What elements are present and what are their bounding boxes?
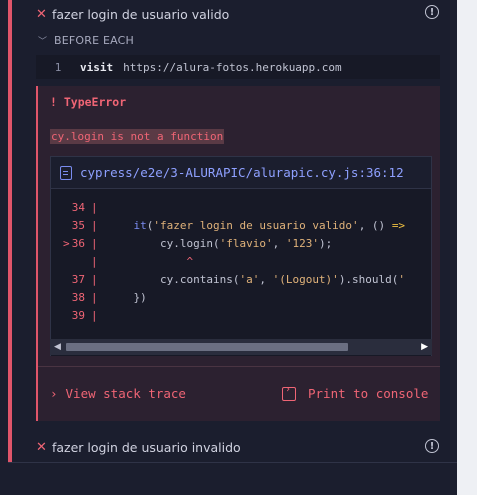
terminal-icon [282, 384, 296, 401]
test-item-valid[interactable]: ✕ fazer login de usuario valido [36, 3, 229, 25]
code-line: 39 | [71, 308, 98, 322]
code-snippet: 34 | 35 | it('fazer login de usuario valid… [50, 189, 432, 356]
chevron-down-icon: ﹀ [38, 36, 48, 47]
code-line: | ^ [91, 254, 194, 268]
file-path-link[interactable]: cypress/e2e/3-ALURAPIC/alurapic.cy.js:36… [80, 165, 404, 180]
code-line: 37 | cy.contains('a', '(Logout)').should(… [71, 272, 406, 286]
scroll-left-icon[interactable]: ◀ [54, 342, 61, 352]
code-line-active: > 36 | cy.login('flavio', '123'); [63, 236, 333, 250]
error-title: ! TypeError [50, 95, 127, 109]
command-row-visit[interactable]: 1 visit https://alura-fotos.herokuapp.co… [36, 55, 440, 79]
command-message: https://alura-fotos.herokuapp.com [123, 60, 342, 74]
code-line: 35 | it('fazer login de usuario valido', … [71, 218, 406, 232]
file-path-bar[interactable]: cypress/e2e/3-ALURAPIC/alurapic.cy.js:36… [50, 156, 432, 189]
chevron-right-icon: › [50, 386, 58, 401]
command-name: visit [80, 60, 114, 74]
stack-trace-label: View stack trace [65, 386, 186, 401]
page-scroll-area [457, 0, 477, 495]
x-icon: ✕ [36, 439, 47, 455]
reporter-panel: ✕ fazer login de usuario valido ! ﹀ BEFO… [0, 0, 457, 495]
chevron-right-icon: > [63, 236, 70, 250]
test-item-invalid[interactable]: ✕ fazer login de usuario invalido [36, 436, 241, 458]
test-title: fazer login de usuario invalido [52, 439, 241, 455]
failed-suite-indicator [8, 0, 12, 462]
info-icon[interactable]: ! [425, 5, 439, 19]
view-stack-trace-button[interactable]: › View stack trace [50, 386, 186, 401]
divider [38, 366, 440, 367]
divider [8, 462, 457, 463]
file-icon [60, 165, 72, 180]
info-icon[interactable]: ! [425, 439, 439, 453]
scrollbar-thumb[interactable] [66, 343, 348, 351]
horizontal-scrollbar[interactable]: ◀ ▶ [50, 339, 432, 355]
test-title: fazer login de usuario valido [52, 6, 230, 22]
scroll-right-icon[interactable]: ▶ [421, 342, 428, 352]
hook-label: BEFORE EACH [54, 33, 135, 47]
print-to-console-button[interactable]: Print to console [282, 384, 429, 401]
x-icon: ✕ [36, 6, 47, 22]
print-label: Print to console [308, 386, 429, 401]
error-panel: ! TypeError cy.login is not a function c… [36, 86, 440, 421]
hook-before-each[interactable]: ﹀ BEFORE EACH [38, 32, 134, 48]
error-message: cy.login is not a function [50, 129, 225, 144]
command-number: 1 [54, 60, 62, 74]
code-line: 38 | }) [71, 290, 147, 304]
code-line: 34 | [71, 200, 98, 214]
